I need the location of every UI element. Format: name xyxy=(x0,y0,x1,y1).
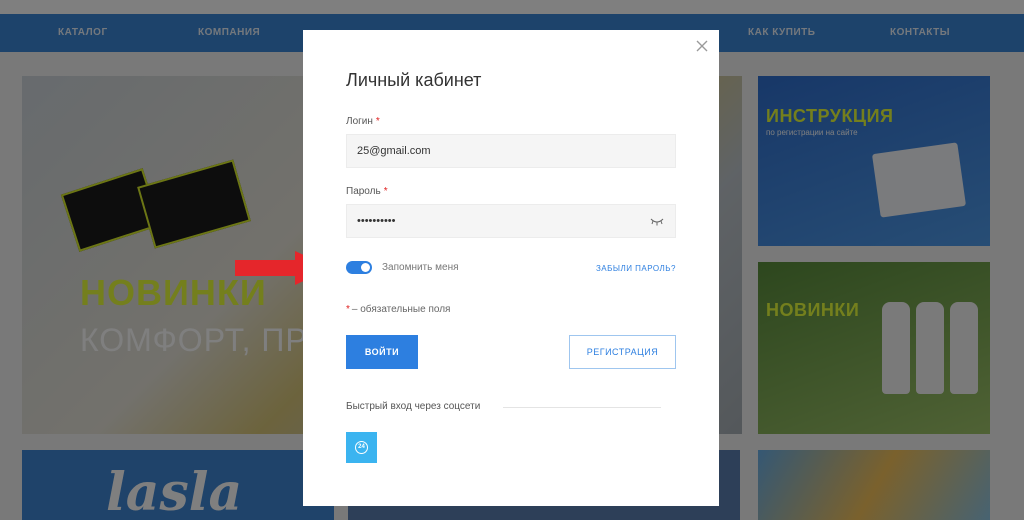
bitrix24-icon: 24 xyxy=(355,441,368,454)
password-value: •••••••••• xyxy=(357,215,396,227)
required-fields-note: * – обязательные поля xyxy=(346,304,451,315)
login-label: Логин * xyxy=(346,116,380,127)
login-input[interactable]: 25@gmail.com xyxy=(346,134,676,168)
social-login-label: Быстрый вход через соцсети xyxy=(346,401,481,412)
login-modal: Личный кабинет Логин * 25@gmail.com Парол… xyxy=(303,30,719,506)
close-icon[interactable] xyxy=(695,39,709,53)
login-button[interactable]: ВОЙТИ xyxy=(346,335,418,369)
toggle-knob xyxy=(361,263,370,272)
divider xyxy=(503,407,661,408)
forgot-password-link[interactable]: ЗАБЫЛИ ПАРОЛЬ? xyxy=(596,264,676,273)
bitrix24-login-button[interactable]: 24 xyxy=(346,432,377,463)
show-password-icon[interactable] xyxy=(650,215,664,227)
remember-me-toggle[interactable] xyxy=(346,261,372,274)
remember-me-label[interactable]: Запомнить меня xyxy=(382,262,459,273)
modal-title: Личный кабинет xyxy=(346,70,482,90)
password-input[interactable]: •••••••••• xyxy=(346,204,676,238)
password-label: Пароль * xyxy=(346,186,388,197)
register-button[interactable]: РЕГИСТРАЦИЯ xyxy=(569,335,676,369)
